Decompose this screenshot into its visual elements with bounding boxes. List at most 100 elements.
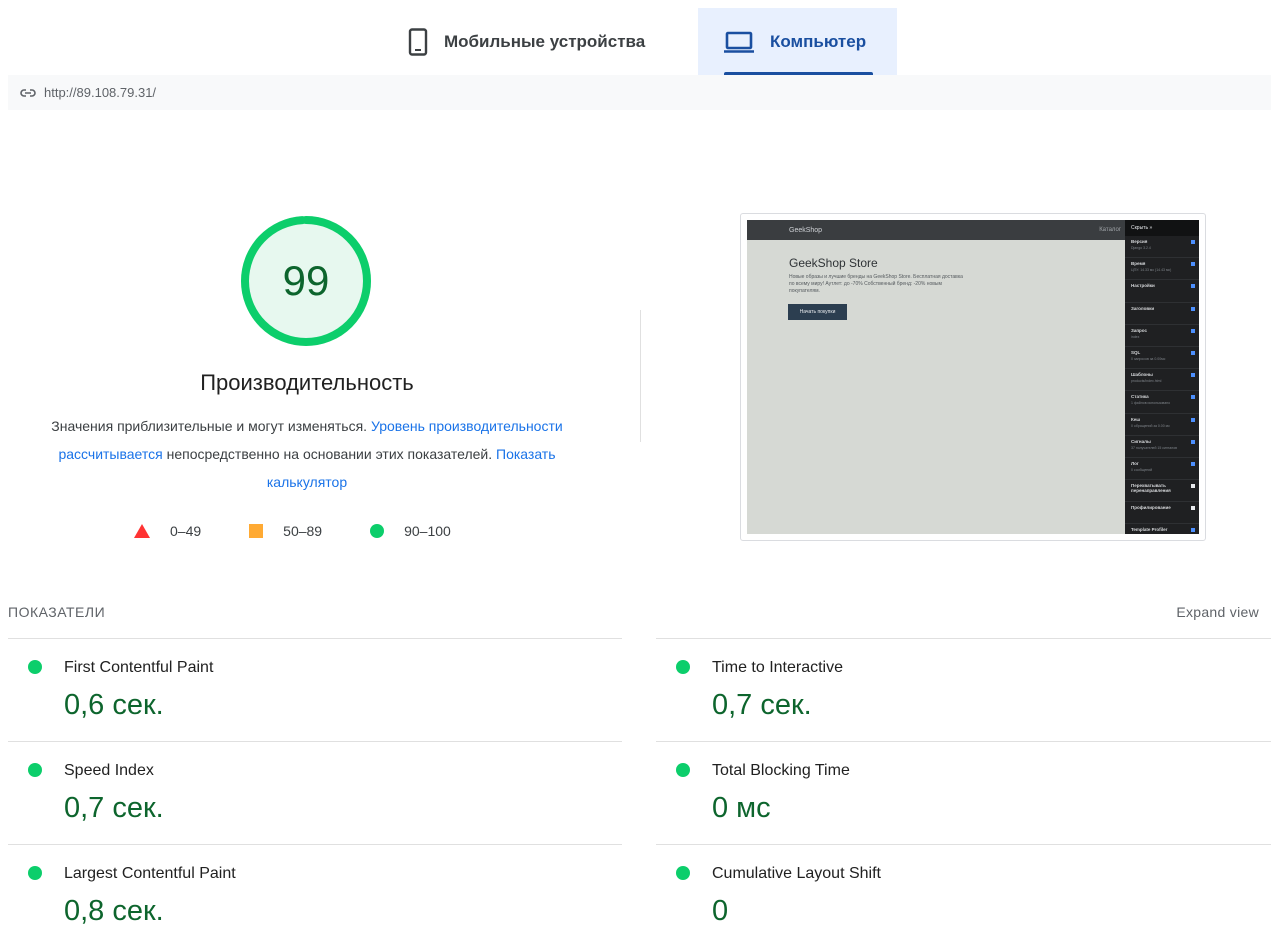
- metric-value: 0: [712, 895, 729, 927]
- checkbox-icon: [1191, 484, 1195, 489]
- preview-button: Начать покупки: [788, 304, 847, 320]
- phone-icon: [408, 27, 428, 56]
- checkbox-icon: [1191, 306, 1195, 311]
- preview-panel-item: Шаблоны products/index.html: [1125, 369, 1199, 392]
- legend-poor-range: 0–49: [170, 523, 202, 539]
- screenshot-content: GeekShop Каталог GeekShop Store Новые об…: [747, 220, 1199, 534]
- preview-heading: GeekShop Store: [789, 256, 878, 270]
- page-screenshot: GeekShop Каталог GeekShop Store Новые об…: [740, 213, 1206, 541]
- preview-panel-item-title: Перехватывать перенаправления: [1131, 483, 1171, 494]
- preview-brand: GeekShop: [789, 226, 823, 234]
- green-circle-icon: [28, 866, 42, 880]
- preview-panel-item-title: Шаблоны: [1131, 372, 1153, 378]
- link-icon: [20, 88, 36, 98]
- metric-name: Cumulative Layout Shift: [712, 865, 881, 882]
- tab-mobile-label: Мобильные устройства: [444, 31, 646, 51]
- metric-speed-index: Speed Index 0,7 сек.: [8, 741, 622, 844]
- tab-desktop-label: Компьютер: [770, 31, 867, 51]
- preview-panel-item-title: Запрос: [1131, 327, 1147, 333]
- preview-panel-item-title: Заголовки: [1131, 305, 1155, 311]
- preview-panel-item-sub: 37 получателей 15 сигналов: [1131, 445, 1178, 450]
- preview-panel-item: Статика 1 файлов использовано: [1125, 391, 1199, 414]
- preview-panel-item-sub: ЦПУ: 14.33 мс (14.43 мс): [1131, 268, 1172, 273]
- preview-panel-item: Настройки: [1125, 280, 1199, 303]
- preview-panel-item: Время ЦПУ: 14.33 мс (14.43 мс): [1125, 258, 1199, 281]
- metrics-heading: ПОКАЗАТЕЛИ: [8, 604, 106, 620]
- checkbox-icon: [1191, 461, 1195, 466]
- description-text-2: непосредственно на основании этих показа…: [166, 446, 493, 462]
- preview-panel-item-sub: 0 сообщений: [1131, 467, 1153, 472]
- preview-panel-item: Заголовки: [1125, 303, 1199, 325]
- preview-panel-item-title: Настройки: [1131, 283, 1155, 289]
- preview-panel-item: Сигналы 37 получателей 15 сигналов: [1125, 436, 1199, 458]
- preview-panel-title: Скрыть »: [1125, 220, 1199, 236]
- tab-mobile[interactable]: Мобильные устройства: [400, 8, 698, 75]
- green-circle-icon: [370, 524, 385, 538]
- metric-value: 0,6 сек.: [64, 689, 164, 721]
- score-legend: 0–49 50–89 90–100: [134, 523, 451, 539]
- checkbox-icon: [1191, 373, 1195, 378]
- performance-title: Производительность: [200, 370, 414, 395]
- metric-name: Total Blocking Time: [712, 762, 850, 779]
- preview-debug-toolbar: Скрыть » Версия Django 3.2.4 Время ЦПУ: 14.…: [1125, 220, 1199, 534]
- checkbox-icon: [1191, 395, 1195, 400]
- preview-panel-item-title: Время: [1131, 261, 1146, 267]
- red-triangle-icon: [134, 524, 150, 538]
- performance-description: Значения приблизительные и могут изменят…: [30, 412, 584, 496]
- metric-name: Largest Contentful Paint: [64, 865, 236, 882]
- preview-panel-item-title: SQL: [1131, 349, 1141, 355]
- preview-panel-item-sub: index: [1131, 334, 1140, 339]
- legend-good-range: 90–100: [404, 523, 451, 539]
- laptop-icon: [724, 30, 754, 54]
- url-text[interactable]: http://89.108.79.31/: [44, 85, 156, 100]
- metric-largest-contentful-paint: Largest Contentful Paint 0,8 сек.: [8, 844, 622, 941]
- checkbox-icon: [1191, 284, 1195, 289]
- preview-nav-link: Каталог: [1099, 227, 1121, 233]
- checkbox-icon: [1191, 528, 1195, 533]
- preview-panel-item: Template Profiler1 calls in 3.10 ms: [1125, 524, 1199, 534]
- preview-panel-item: SQL 0 запросов за 0.00мс: [1125, 347, 1199, 370]
- vertical-divider: [640, 310, 641, 442]
- checkbox-icon: [1191, 328, 1195, 333]
- metric-value: 0,8 сек.: [64, 895, 164, 927]
- expand-view-button[interactable]: Expand view: [1176, 604, 1259, 620]
- legend-good: 90–100: [370, 523, 451, 539]
- metric-value: 0,7 сек.: [64, 792, 164, 824]
- preview-panel-item-title: Сигналы: [1131, 438, 1151, 444]
- preview-panel-item-sub: 0 запросов за 0.00мс: [1131, 356, 1166, 361]
- performance-score: 99: [282, 257, 330, 304]
- preview-panel-item: Запрос index: [1125, 325, 1199, 347]
- preview-panel-item-title: Лог: [1131, 460, 1139, 466]
- preview-panel-item: Лог 0 сообщений: [1125, 458, 1199, 481]
- metric-time-to-interactive: Time to Interactive 0,7 сек.: [656, 638, 1271, 741]
- metric-name: Speed Index: [64, 762, 154, 779]
- description-text-1: Значения приблизительные и могут изменят…: [51, 418, 368, 434]
- preview-panel-item-sub: Django 3.2.4: [1131, 246, 1151, 250]
- green-circle-icon: [676, 763, 690, 777]
- url-bar: http://89.108.79.31/: [8, 75, 1271, 110]
- preview-navbar: GeekShop Каталог: [747, 220, 1125, 240]
- device-tabs: Мобильные устройства Компьютер: [0, 8, 1271, 75]
- checkbox-icon: [1191, 240, 1195, 244]
- tab-desktop[interactable]: Компьютер: [698, 8, 897, 75]
- orange-square-icon: [249, 524, 264, 538]
- checkbox-icon: [1191, 262, 1195, 267]
- preview-panel-item-title: Кеш: [1131, 416, 1140, 422]
- performance-gauge: 99: [238, 213, 374, 349]
- metric-name: First Contentful Paint: [64, 659, 214, 676]
- preview-panel-item-sub: 1 файлов использовано: [1131, 401, 1171, 406]
- preview-panel-item-title: Профилирование: [1131, 505, 1171, 511]
- metric-name: Time to Interactive: [712, 659, 844, 676]
- legend-average-range: 50–89: [283, 523, 323, 539]
- preview-panel-item: Перехватывать перенаправления: [1125, 480, 1199, 503]
- preview-panel-item-title: Статика: [1131, 394, 1149, 400]
- preview-panel-item-title: Template Profiler: [1131, 527, 1168, 533]
- green-circle-icon: [676, 866, 690, 880]
- checkbox-icon: [1191, 350, 1195, 355]
- metric-cumulative-layout-shift: Cumulative Layout Shift 0: [656, 844, 1271, 941]
- preview-panel-item-title: Версия: [1131, 239, 1148, 244]
- preview-panel-item: Профилирование: [1125, 502, 1199, 525]
- legend-average: 50–89: [249, 523, 322, 539]
- green-circle-icon: [676, 660, 690, 674]
- metric-value: 0 мс: [712, 792, 771, 824]
